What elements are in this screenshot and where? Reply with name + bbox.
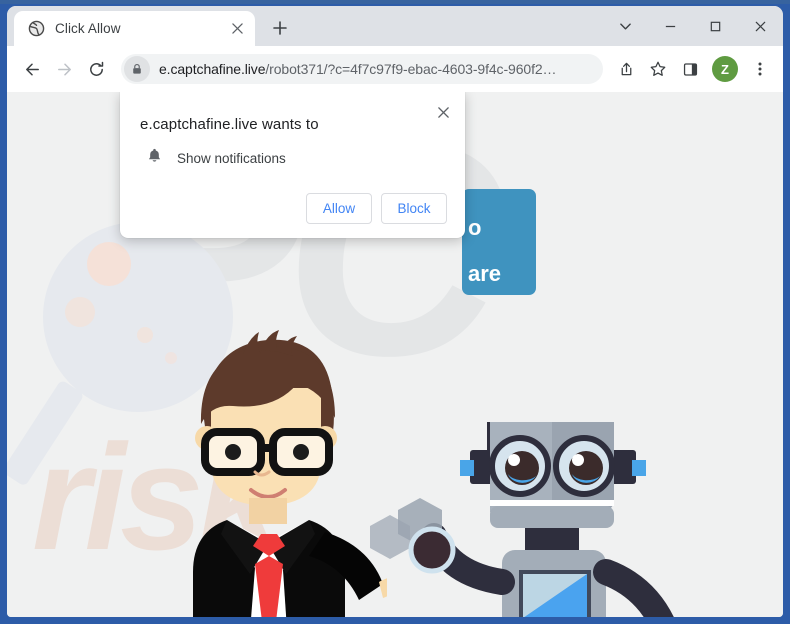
address-bar-text: e.captchafine.live/robot371/?c=4f7c97f9-…	[150, 61, 593, 77]
avatar[interactable]: Z	[712, 56, 738, 82]
decorative-blob	[137, 327, 153, 343]
new-tab-button[interactable]	[265, 13, 295, 43]
star-icon[interactable]	[643, 54, 673, 84]
close-button[interactable]	[738, 6, 783, 46]
address-bar[interactable]: e.captchafine.live/robot371/?c=4f7c97f9-…	[121, 54, 603, 84]
magnifying-glass-handle	[7, 379, 85, 487]
allow-button[interactable]: Allow	[306, 193, 372, 224]
browser-toolbar: e.captchafine.live/robot371/?c=4f7c97f9-…	[7, 46, 783, 92]
browser-window: Click Allow e.captchafine.live/robot371/…	[7, 6, 783, 617]
three-dot-menu-icon[interactable]	[745, 54, 775, 84]
lock-icon[interactable]	[124, 56, 150, 82]
permission-row: Show notifications	[140, 147, 449, 193]
blue-card-line1: o	[468, 215, 482, 240]
frame-highlight	[0, 0, 790, 4]
side-panel-icon[interactable]	[675, 54, 705, 84]
dialog-title: e.captchafine.live wants to	[140, 116, 319, 133]
minimize-button[interactable]	[648, 6, 693, 46]
robot-illustration	[370, 422, 674, 617]
permission-label: Show notifications	[177, 150, 286, 166]
notification-permission-dialog: e.captchafine.live wants to Show notific…	[120, 92, 465, 238]
browser-tab[interactable]: Click Allow	[14, 11, 255, 46]
back-button[interactable]	[17, 54, 47, 84]
block-button[interactable]: Block	[381, 193, 447, 224]
bell-icon	[146, 147, 163, 169]
blue-card-line2: are	[468, 261, 502, 286]
tab-close-icon[interactable]	[228, 20, 246, 38]
tab-strip: Click Allow	[7, 6, 783, 46]
forward-button	[49, 54, 79, 84]
url-path: /robot371/?c=4f7c97f9-ebac-4603-9f4c-960…	[265, 61, 557, 77]
tab-title: Click Allow	[55, 21, 121, 36]
window-frame: Click Allow e.captchafine.live/robot371/…	[0, 0, 790, 624]
window-controls	[603, 6, 783, 46]
reload-button[interactable]	[81, 54, 111, 84]
page-viewport: PC risk o are e.captchafine.live wants t…	[7, 92, 783, 617]
url-host: e.captchafine.live	[159, 61, 266, 77]
maximize-button[interactable]	[693, 6, 738, 46]
decorative-blob	[65, 297, 95, 327]
businessman-illustration	[193, 330, 387, 617]
globe-icon	[28, 20, 45, 37]
tab-search-button[interactable]	[603, 6, 648, 46]
dialog-actions: Allow Block	[140, 193, 449, 224]
share-icon[interactable]	[611, 54, 641, 84]
blue-callout-card[interactable]: o are	[462, 189, 536, 295]
decorative-blob	[87, 242, 131, 286]
dialog-close-icon[interactable]	[431, 100, 455, 124]
